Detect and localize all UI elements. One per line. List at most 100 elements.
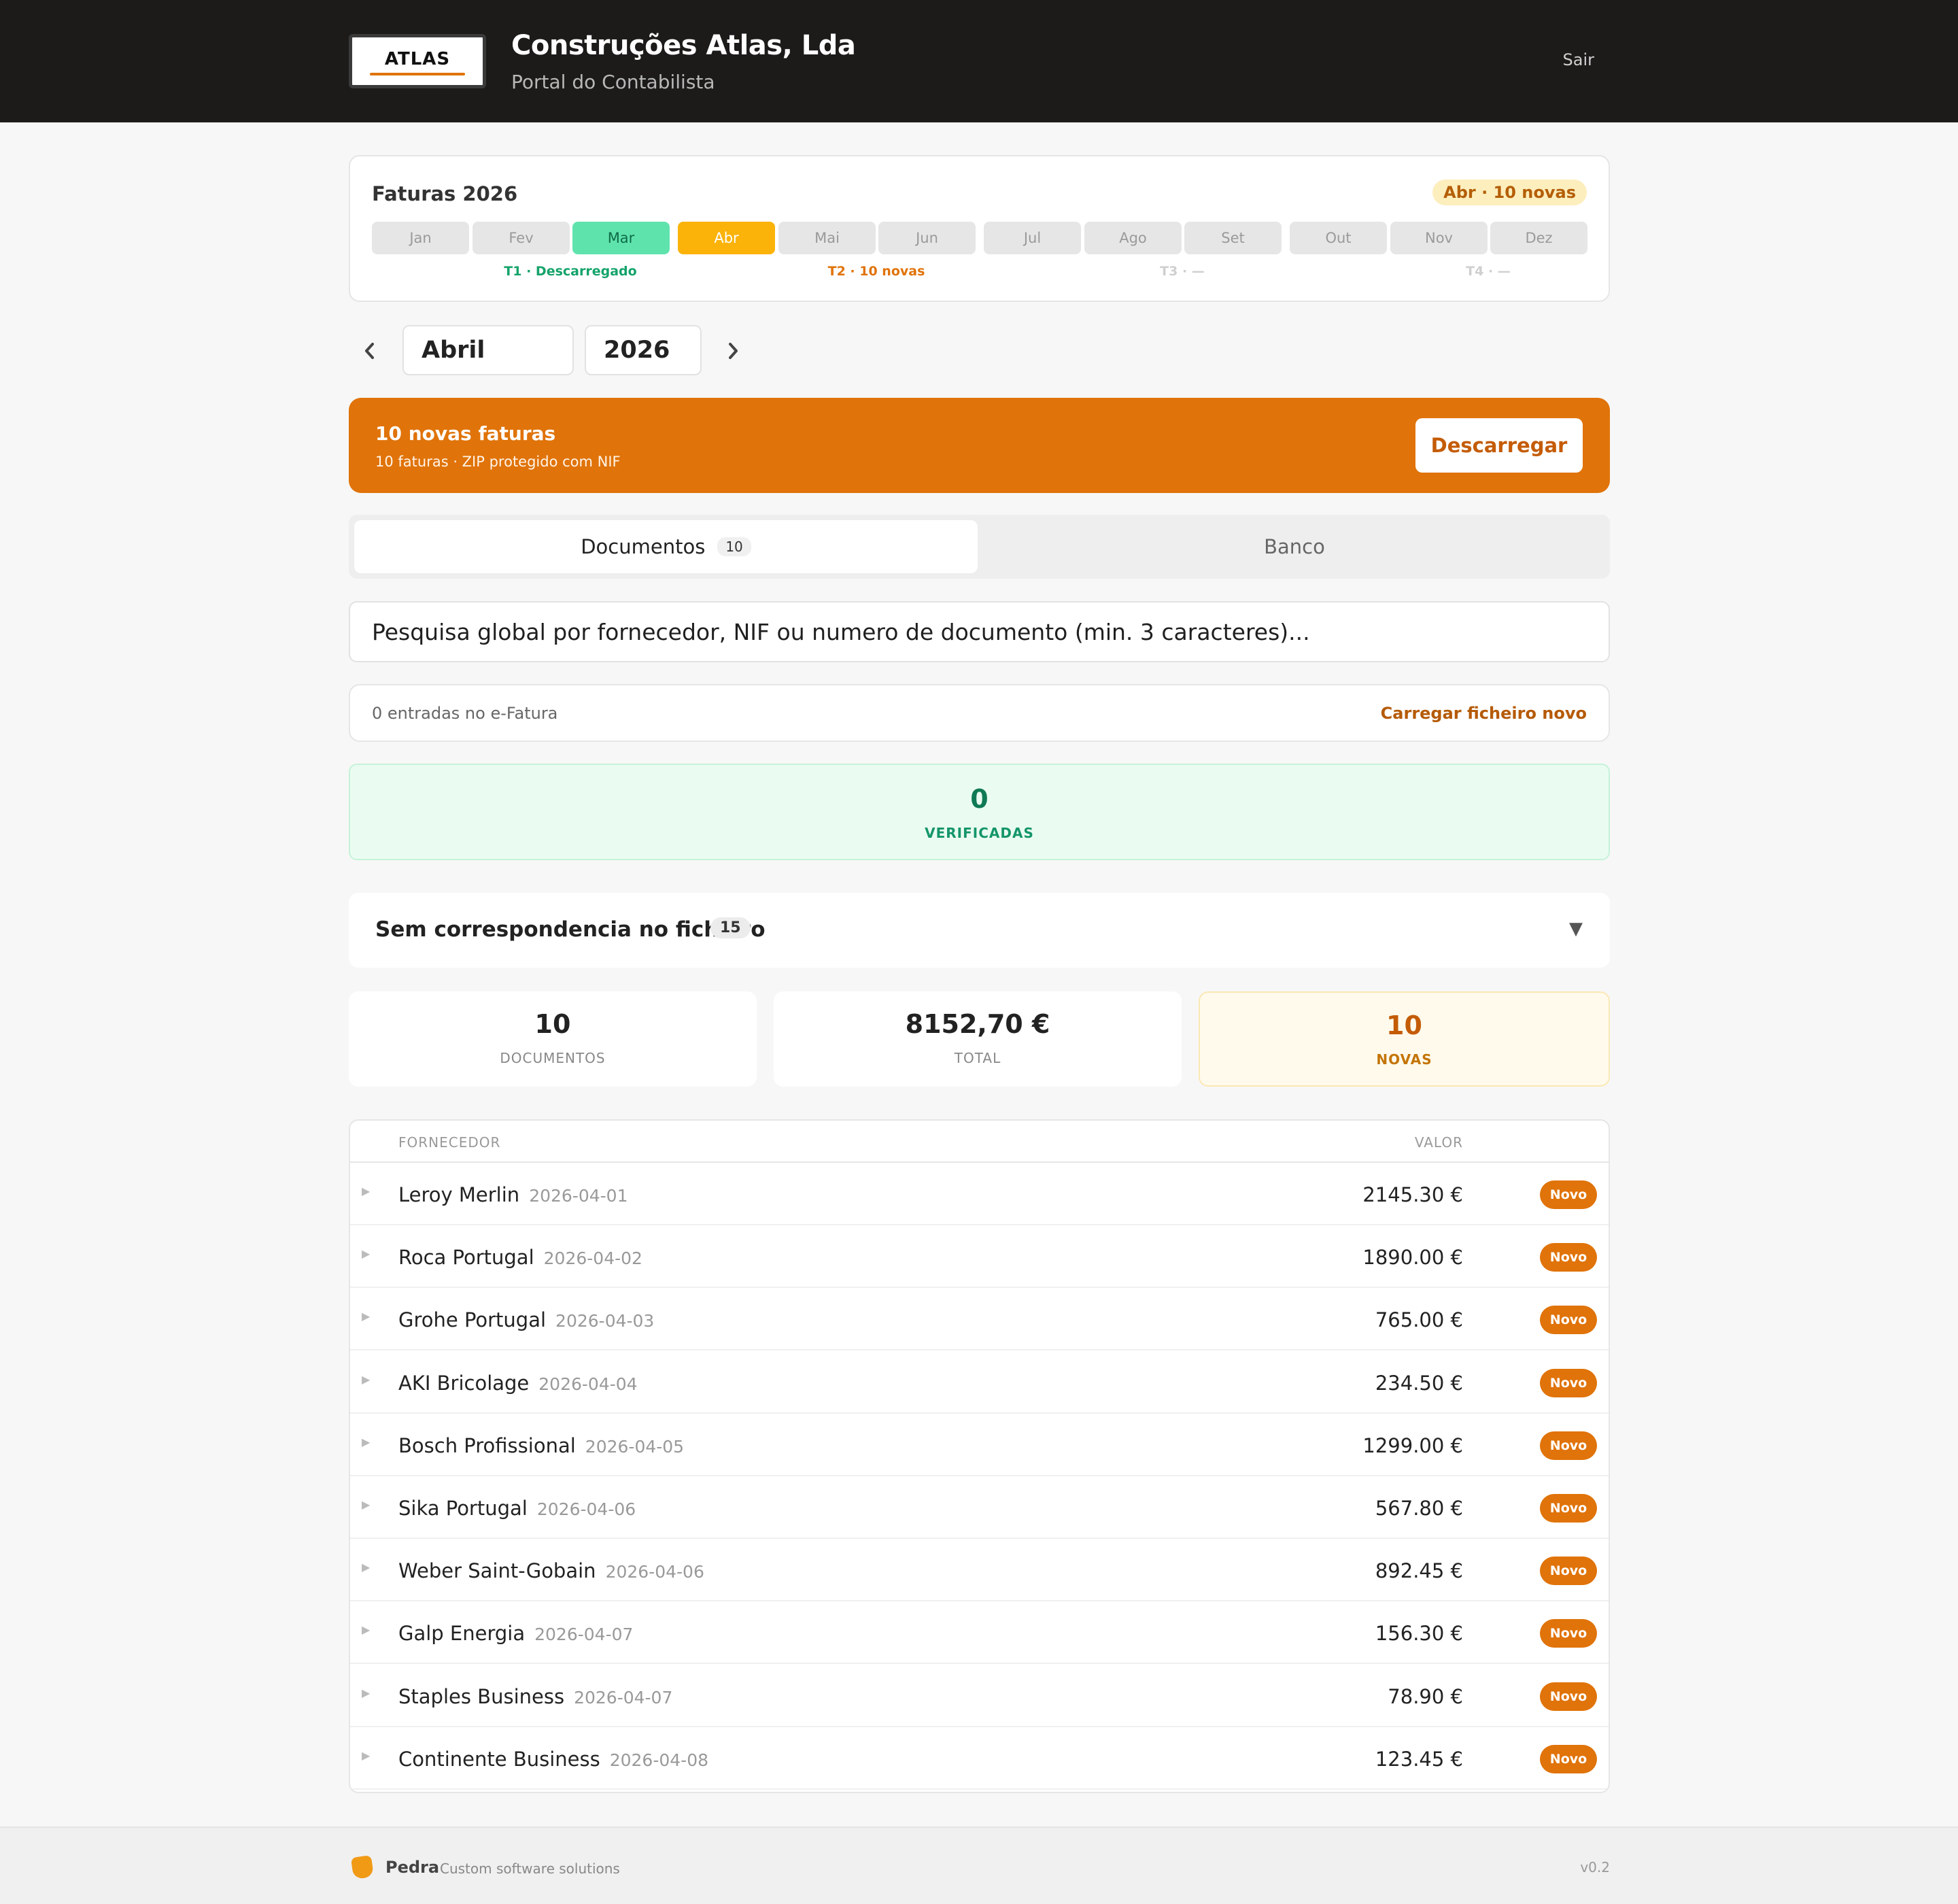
row-supplier: Sika Portugal 2026-04-06 — [398, 1497, 636, 1520]
status-badge: Novo — [1540, 1243, 1597, 1272]
supplier-name: AKI Bricolage — [398, 1371, 530, 1395]
invoice-value: 234.50 € — [1375, 1371, 1463, 1395]
table-row[interactable]: ▶ Bosch Profissional 2026-04-05 1299.00 € No… — [350, 1414, 1609, 1476]
app-header: ATLAS Construções Atlas, Lda Portal do C… — [0, 0, 1958, 122]
quarter-label-t2: T2 · 10 novas — [827, 264, 925, 279]
invoice-date: 2026-04-07 — [574, 1687, 673, 1707]
table-row[interactable]: ▶ Continente Business 2026-04-08 123.45 € No… — [350, 1727, 1609, 1790]
month-button-mai[interactable]: Mai — [778, 222, 876, 254]
stat-documents: 10 DOCUMENTOS — [349, 991, 757, 1087]
supplier-name: Staples Business — [398, 1684, 565, 1708]
verified-count: 0 — [970, 784, 989, 814]
expand-row-icon[interactable]: ▶ — [362, 1686, 370, 1699]
table-row[interactable]: ▶ AKI Bricolage 2026-04-04 234.50 € Novo — [350, 1351, 1609, 1414]
supplier-name: Continente Business — [398, 1747, 600, 1771]
supplier-name: Sika Portugal — [398, 1497, 528, 1520]
invoice-value: 123.45 € — [1375, 1747, 1463, 1771]
table-row[interactable]: ▶ Weber Saint-Gobain 2026-04-06 892.45 € Nov… — [350, 1539, 1609, 1602]
new-invoices-banner: 10 novas faturas 10 faturas · ZIP proteg… — [349, 398, 1610, 493]
table-row[interactable]: ▶ Grohe Portugal 2026-04-03 765.00 € Novo — [350, 1288, 1609, 1351]
stat-total-label: TOTAL — [954, 1050, 1001, 1066]
tab-documents[interactable]: Documentos 10 — [354, 520, 978, 573]
quarter-label-t3: T3 · — — [1160, 264, 1205, 279]
app-version: v0.2 — [1580, 1859, 1610, 1875]
download-button[interactable]: Descarregar — [1415, 418, 1583, 473]
tab-bank[interactable]: Banco — [984, 520, 1604, 573]
table-row[interactable]: ▶ Galp Energia 2026-04-07 156.30 € Novo — [350, 1601, 1609, 1665]
invoice-date: 2026-04-03 — [555, 1311, 655, 1331]
supplier-name: Bosch Profissional — [398, 1433, 576, 1457]
year-select[interactable]: 2026 — [585, 325, 702, 375]
month-button-abr[interactable]: Abr — [678, 222, 775, 254]
expand-row-icon[interactable]: ▶ — [362, 1623, 370, 1636]
invoice-date: 2026-04-01 — [529, 1186, 628, 1206]
efatura-card: 0 entradas no e-Fatura Carregar ficheiro… — [349, 684, 1610, 742]
stat-new-label: NOVAS — [1376, 1051, 1432, 1068]
year-card-title: Faturas 2026 — [372, 182, 518, 205]
expand-row-icon[interactable]: ▶ — [362, 1561, 370, 1574]
table-row[interactable]: ▶ Sika Portugal 2026-04-06 567.80 € Novo — [350, 1476, 1609, 1539]
status-badge: Novo — [1540, 1744, 1597, 1773]
invoice-value: 1299.00 € — [1362, 1433, 1463, 1457]
logout-link[interactable]: Sair — [1563, 50, 1594, 69]
no-match-section-toggle[interactable]: Sem correspondencia no ficheiro 15 ▼ — [349, 893, 1610, 968]
supplier-name: Grohe Portugal — [398, 1308, 547, 1332]
status-badge: Novo — [1540, 1619, 1597, 1648]
row-supplier: Bosch Profissional 2026-04-05 — [398, 1434, 684, 1457]
table-row[interactable]: ▶ Roca Portugal 2026-04-02 1890.00 € Novo — [350, 1225, 1609, 1289]
tab-documents-count: 10 — [717, 537, 751, 556]
table-header: FORNECEDOR VALOR — [350, 1121, 1609, 1163]
expand-row-icon[interactable]: ▶ — [362, 1310, 370, 1323]
chevron-left-icon[interactable] — [362, 340, 377, 367]
month-button-jan[interactable]: Jan — [372, 222, 469, 254]
month-button-nov[interactable]: Nov — [1390, 222, 1488, 254]
expand-row-icon[interactable]: ▶ — [362, 1373, 370, 1386]
supplier-name: Weber Saint-Gobain — [398, 1559, 596, 1583]
pedra-logo-icon — [350, 1855, 375, 1880]
view-tabs: Documentos 10 Banco — [349, 515, 1610, 579]
column-header-supplier: FORNECEDOR — [398, 1134, 501, 1151]
company-name: Construções Atlas, Lda — [511, 30, 856, 61]
expand-row-icon[interactable]: ▶ — [362, 1247, 370, 1260]
month-button-fev[interactable]: Fev — [473, 222, 570, 254]
company-logo: ATLAS — [349, 34, 486, 88]
verified-summary: 0 VERIFICADAS — [349, 764, 1610, 860]
quarter-label-t4: T4 · — — [1466, 264, 1511, 279]
efatura-entries-text: 0 entradas no e-Fatura — [372, 704, 558, 723]
status-badge: Novo — [1540, 1557, 1597, 1586]
invoice-value: 765.00 € — [1375, 1308, 1463, 1332]
stat-total-value: 8152,70 € — [905, 1009, 1050, 1039]
stat-new: 10 NOVAS — [1199, 991, 1610, 1087]
month-button-set[interactable]: Set — [1184, 222, 1282, 254]
column-header-value: VALOR — [1414, 1134, 1463, 1151]
table-row[interactable]: ▶ Staples Business 2026-04-07 78.90 € Novo — [350, 1665, 1609, 1727]
table-row[interactable]: ▶ Leroy Merlin 2026-04-01 2145.30 € Novo — [350, 1163, 1609, 1225]
invoice-value: 892.45 € — [1375, 1559, 1463, 1583]
invoice-date: 2026-04-06 — [605, 1562, 704, 1582]
global-search-input[interactable] — [349, 601, 1610, 662]
expand-row-icon[interactable]: ▶ — [362, 1185, 370, 1197]
invoice-value: 1890.00 € — [1362, 1246, 1463, 1270]
month-select[interactable]: Abril — [402, 325, 574, 375]
supplier-name: Roca Portugal — [398, 1246, 534, 1270]
upload-file-link[interactable]: Carregar ficheiro novo — [1381, 704, 1587, 723]
chevron-right-icon[interactable] — [726, 340, 741, 367]
month-button-jun[interactable]: Jun — [878, 222, 976, 254]
invoices-table: FORNECEDOR VALOR ▶ Leroy Merlin 2026-04-01… — [349, 1119, 1610, 1793]
no-match-count: 15 — [710, 917, 751, 938]
stat-total: 8152,70 € TOTAL — [774, 991, 1182, 1087]
month-button-dez[interactable]: Dez — [1490, 222, 1587, 254]
month-button-ago[interactable]: Ago — [1084, 222, 1182, 254]
expand-row-icon[interactable]: ▶ — [362, 1498, 370, 1511]
invoice-date: 2026-04-02 — [543, 1248, 642, 1269]
caret-down-icon: ▼ — [1569, 919, 1583, 939]
expand-row-icon[interactable]: ▶ — [362, 1749, 370, 1762]
expand-row-icon[interactable]: ▶ — [362, 1435, 370, 1448]
logo-text: ATLAS — [384, 49, 451, 69]
month-button-out[interactable]: Out — [1290, 222, 1387, 254]
month-button-jul[interactable]: Jul — [984, 222, 1081, 254]
row-supplier: Continente Business 2026-04-08 — [398, 1748, 708, 1771]
invoice-date: 2026-04-07 — [534, 1625, 634, 1645]
month-button-mar[interactable]: Mar — [572, 222, 670, 254]
invoices-year-card: Faturas 2026 Abr · 10 novas Jan Fev Mar Abr… — [349, 155, 1610, 302]
